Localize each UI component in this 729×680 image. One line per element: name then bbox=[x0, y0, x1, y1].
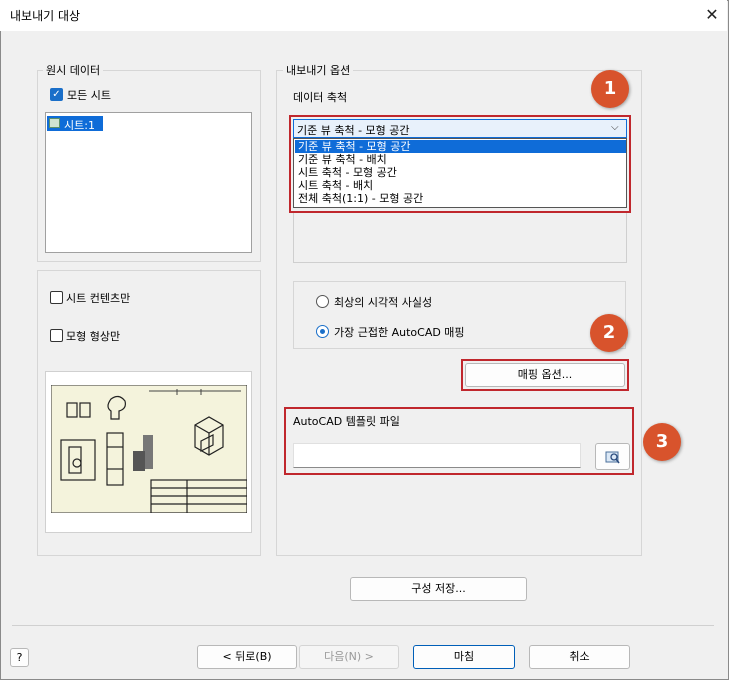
callout-badge-3: 3 bbox=[643, 423, 681, 461]
sheet-content-only-label: 시트 컨텐츠만 bbox=[66, 292, 131, 305]
drawing-thumbnail-image bbox=[51, 385, 247, 513]
chevron-down-icon: ⌵ bbox=[611, 122, 619, 133]
dialog-title: 내보내기 대상 bbox=[10, 9, 81, 23]
drawing-preview bbox=[45, 371, 252, 533]
finish-button[interactable]: 마침 bbox=[413, 645, 515, 669]
callout-badge-2: 2 bbox=[590, 314, 628, 352]
browse-folder-icon bbox=[605, 451, 620, 464]
sheet-list[interactable]: 시트:1 bbox=[45, 112, 252, 253]
template-file-input[interactable] bbox=[293, 443, 581, 468]
title-bar bbox=[0, 0, 727, 31]
list-item[interactable]: 시트:1 bbox=[47, 116, 103, 132]
scale-option[interactable]: 전체 축척(1:1) - 모형 공간 bbox=[295, 192, 626, 205]
export-options-legend: 내보내기 옵션 bbox=[283, 62, 354, 78]
model-geometry-only-checkbox[interactable] bbox=[50, 329, 63, 342]
model-geometry-only-label: 모형 형상만 bbox=[66, 330, 121, 343]
save-configuration-button[interactable]: 구성 저장... bbox=[350, 577, 527, 601]
back-button[interactable]: < 뒤로(B) bbox=[197, 645, 297, 669]
closest-mapping-radio[interactable] bbox=[316, 325, 329, 338]
footer-divider bbox=[12, 625, 714, 626]
template-file-label: AutoCAD 템플릿 파일 bbox=[293, 415, 400, 428]
scale-option[interactable]: 시트 축척 - 모형 공간 bbox=[295, 166, 626, 179]
all-sheets-label: 모든 시트 bbox=[67, 89, 111, 102]
scale-option[interactable]: 기준 뷰 축척 - 배치 bbox=[295, 153, 626, 166]
data-scale-dropdown-list[interactable]: 기준 뷰 축척 - 모형 공간 기준 뷰 축척 - 배치 시트 축척 - 모형 … bbox=[293, 138, 627, 208]
sheet-content-only-checkbox[interactable] bbox=[50, 291, 63, 304]
mapping-options-button[interactable]: 매핑 옵션... bbox=[465, 363, 625, 387]
close-icon[interactable]: ✕ bbox=[700, 4, 724, 26]
help-icon[interactable]: ? bbox=[10, 648, 29, 667]
scale-option[interactable]: 기준 뷰 축척 - 모형 공간 bbox=[295, 140, 626, 153]
closest-mapping-label: 가장 근접한 AutoCAD 매핑 bbox=[334, 326, 465, 339]
all-sheets-checkbox[interactable]: ✓ bbox=[50, 88, 63, 101]
browse-button[interactable] bbox=[595, 443, 630, 470]
next-button[interactable]: 다음(N) > bbox=[299, 645, 399, 669]
sheet-item-label: 시트:1 bbox=[64, 119, 95, 132]
sheet-icon bbox=[49, 118, 60, 128]
scale-option[interactable]: 시트 축척 - 배치 bbox=[295, 179, 626, 192]
data-scale-selected: 기준 뷰 축척 - 모형 공간 bbox=[297, 124, 410, 137]
data-scale-info-area bbox=[293, 213, 627, 263]
data-scale-label: 데이터 축척 bbox=[293, 91, 348, 104]
best-visual-label: 최상의 시각적 사실성 bbox=[334, 296, 433, 309]
callout-badge-1: 1 bbox=[591, 70, 629, 108]
cancel-button[interactable]: 취소 bbox=[529, 645, 630, 669]
source-data-legend: 원시 데이터 bbox=[43, 62, 104, 78]
data-scale-select[interactable]: 기준 뷰 축척 - 모형 공간 ⌵ bbox=[293, 119, 627, 138]
best-visual-radio[interactable] bbox=[316, 295, 329, 308]
